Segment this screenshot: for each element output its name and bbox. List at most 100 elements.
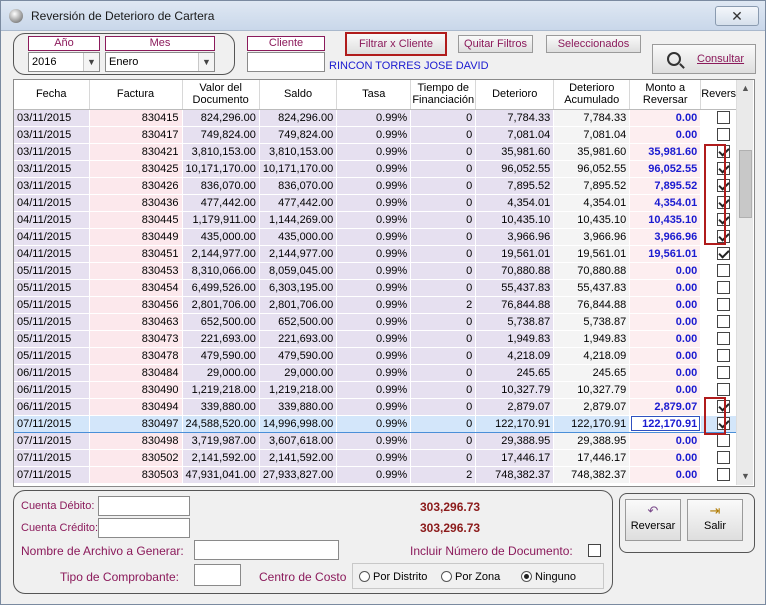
month-select[interactable]: Enero ▼ bbox=[105, 52, 215, 72]
cell-monto[interactable]: 0.00 bbox=[629, 347, 702, 365]
table-row[interactable]: 06/11/2015 830494 339,880.00 339,880.00 0.99… bbox=[14, 398, 747, 416]
reversar-checkbox[interactable] bbox=[717, 349, 731, 362]
header-deterioro[interactable]: Deterioro bbox=[475, 80, 555, 110]
scroll-down-icon[interactable]: ▼ bbox=[737, 468, 754, 485]
reversar-checkbox[interactable] bbox=[717, 366, 731, 379]
table-row[interactable]: 04/11/2015 830436 477,442.00 477,442.00 0.99… bbox=[14, 194, 747, 212]
reversar-checkbox[interactable] bbox=[717, 315, 731, 328]
table-row[interactable]: 04/11/2015 830445 1,179,911.00 1,144,269.00… bbox=[14, 211, 747, 229]
reversar-checkbox[interactable] bbox=[717, 451, 731, 464]
close-button[interactable]: ✕ bbox=[715, 6, 759, 26]
cell-monto[interactable]: 0.00 bbox=[629, 109, 702, 127]
table-row[interactable]: 04/11/2015 830449 435,000.00 435,000.00 0.99… bbox=[14, 228, 747, 246]
radio-ninguno[interactable]: Ninguno bbox=[521, 571, 576, 583]
cell-monto[interactable]: 0.00 bbox=[629, 466, 702, 484]
credit-account-input[interactable] bbox=[98, 518, 190, 538]
cell-monto[interactable]: 96,052.55 bbox=[629, 160, 702, 178]
table-row[interactable]: 05/11/2015 830463 652,500.00 652,500.00 0.99… bbox=[14, 313, 747, 331]
cell-tiempo: 0 bbox=[410, 245, 477, 263]
table-row[interactable]: 06/11/2015 830490 1,219,218.00 1,219,218.00… bbox=[14, 381, 747, 399]
cell-monto[interactable]: 0.00 bbox=[629, 279, 702, 297]
table-row[interactable]: 05/11/2015 830456 2,801,706.00 2,801,706.00… bbox=[14, 296, 747, 314]
header-saldo[interactable]: Saldo bbox=[259, 80, 338, 110]
scroll-up-icon[interactable]: ▲ bbox=[737, 80, 754, 97]
table-row[interactable]: 05/11/2015 830478 479,590.00 479,590.00 0.99… bbox=[14, 347, 747, 365]
filter-by-client-button[interactable]: Filtrar x Cliente bbox=[345, 32, 447, 56]
table-row[interactable]: 07/11/2015 830498 3,719,987.00 3,607,618.00… bbox=[14, 432, 747, 450]
cell-monto[interactable]: 0.00 bbox=[629, 262, 702, 280]
cell-monto[interactable]: 0.00 bbox=[629, 126, 702, 144]
reversar-checkbox[interactable] bbox=[717, 332, 731, 345]
chevron-down-icon[interactable]: ▼ bbox=[83, 53, 99, 71]
cell-monto[interactable]: 35,981.60 bbox=[629, 143, 702, 161]
table-row[interactable]: 03/11/2015 830421 3,810,153.00 3,810,153.00… bbox=[14, 143, 747, 161]
voucher-type-input[interactable] bbox=[194, 564, 241, 586]
reverse-button[interactable]: ↶ Reversar bbox=[625, 499, 681, 541]
table-row[interactable]: 05/11/2015 830473 221,693.00 221,693.00 0.99… bbox=[14, 330, 747, 348]
cell-tiempo: 0 bbox=[410, 228, 477, 246]
table-row[interactable]: 05/11/2015 830454 6,499,526.00 6,303,195.00… bbox=[14, 279, 747, 297]
reversar-checkbox[interactable] bbox=[717, 281, 731, 294]
cell-tiempo: 0 bbox=[410, 398, 477, 416]
table-row[interactable]: 04/11/2015 830451 2,144,977.00 2,144,977.00… bbox=[14, 245, 747, 263]
client-input[interactable] bbox=[247, 52, 325, 72]
consult-button[interactable]: Consultar bbox=[652, 44, 756, 74]
table-row[interactable]: 03/11/2015 830426 836,070.00 836,070.00 0.99… bbox=[14, 177, 747, 195]
exit-button[interactable]: ⇥ Salir bbox=[687, 499, 743, 541]
file-name-input[interactable] bbox=[194, 540, 339, 560]
header-tiempo[interactable]: Tiempo de Financiación bbox=[410, 80, 477, 110]
grid-scrollbar[interactable]: ▲ ▼ bbox=[736, 80, 753, 485]
cell-monto[interactable]: 0.00 bbox=[629, 313, 702, 331]
header-monto[interactable]: Monto a Reversar bbox=[629, 80, 702, 110]
cell-monto[interactable]: 0.00 bbox=[629, 330, 702, 348]
table-row[interactable]: 03/11/2015 830415 824,296.00 824,296.00 0.99… bbox=[14, 109, 747, 127]
reversar-checkbox[interactable] bbox=[717, 111, 731, 124]
year-select[interactable]: 2016 ▼ bbox=[28, 52, 100, 72]
cell-monto[interactable]: 7,895.52 bbox=[629, 177, 702, 195]
cell-deterioro: 7,895.52 bbox=[475, 177, 555, 195]
cell-monto[interactable]: 0.00 bbox=[629, 432, 702, 450]
header-acumulado[interactable]: Deterioro Acumulado bbox=[553, 80, 631, 110]
header-tasa[interactable]: Tasa bbox=[336, 80, 412, 110]
header-fecha[interactable]: Fecha bbox=[14, 80, 90, 110]
table-row[interactable]: 07/11/2015 830497 24,588,520.00 14,996,998.… bbox=[14, 414, 747, 433]
reversar-checkbox[interactable] bbox=[717, 264, 731, 277]
cell-monto[interactable]: 0.00 bbox=[629, 449, 702, 467]
selected-button[interactable]: Seleccionados bbox=[546, 35, 641, 53]
cell-monto[interactable]: 0.00 bbox=[629, 296, 702, 314]
cell-tasa: 0.99% bbox=[336, 211, 412, 229]
header-valor[interactable]: Valor del Documento bbox=[182, 80, 260, 110]
cell-monto[interactable]: 19,561.01 bbox=[629, 245, 702, 263]
reversar-checkbox[interactable] bbox=[717, 468, 731, 481]
cell-acumulado: 245.65 bbox=[553, 364, 631, 382]
cell-monto[interactable]: 122,170.91 bbox=[629, 414, 702, 433]
cell-monto[interactable]: 0.00 bbox=[629, 364, 702, 382]
cell-monto[interactable]: 10,435.10 bbox=[629, 211, 702, 229]
reversar-checkbox[interactable] bbox=[717, 383, 731, 396]
invoice-grid: Fecha Factura Valor del Documento Saldo … bbox=[13, 79, 755, 487]
reversar-checkbox[interactable] bbox=[717, 298, 731, 311]
debit-account-input[interactable] bbox=[98, 496, 190, 516]
cell-deterioro: 76,844.88 bbox=[475, 296, 555, 314]
cell-monto[interactable]: 0.00 bbox=[629, 381, 702, 399]
table-row[interactable]: 05/11/2015 830453 8,310,066.00 8,059,045.00… bbox=[14, 262, 747, 280]
table-row[interactable]: 07/11/2015 830503 47,931,041.00 27,933,827.… bbox=[14, 466, 747, 484]
clear-filters-button[interactable]: Quitar Filtros bbox=[458, 35, 533, 53]
header-factura[interactable]: Factura bbox=[89, 80, 183, 110]
table-row[interactable]: 07/11/2015 830502 2,141,592.00 2,141,592.00… bbox=[14, 449, 747, 467]
table-row[interactable]: 06/11/2015 830484 29,000.00 29,000.00 0.99% 0… bbox=[14, 364, 747, 382]
radio-por-zona[interactable]: Por Zona bbox=[441, 571, 500, 583]
chevron-down-icon[interactable]: ▼ bbox=[198, 53, 214, 71]
cell-tasa: 0.99% bbox=[336, 330, 412, 348]
table-row[interactable]: 03/11/2015 830417 749,824.00 749,824.00 0.99… bbox=[14, 126, 747, 144]
reversar-checkbox[interactable] bbox=[717, 128, 731, 141]
include-doc-number-checkbox[interactable] bbox=[588, 544, 601, 557]
radio-por-distrito[interactable]: Por Distrito bbox=[359, 571, 427, 583]
scroll-thumb[interactable] bbox=[739, 150, 752, 218]
cell-monto[interactable]: 2,879.07 bbox=[629, 398, 702, 416]
reversar-checkbox[interactable] bbox=[717, 434, 731, 447]
cell-monto[interactable]: 3,966.96 bbox=[629, 228, 702, 246]
reversar-checkbox[interactable] bbox=[717, 247, 731, 260]
cell-monto[interactable]: 4,354.01 bbox=[629, 194, 702, 212]
table-row[interactable]: 03/11/2015 830425 10,171,170.00 10,171,170.… bbox=[14, 160, 747, 178]
